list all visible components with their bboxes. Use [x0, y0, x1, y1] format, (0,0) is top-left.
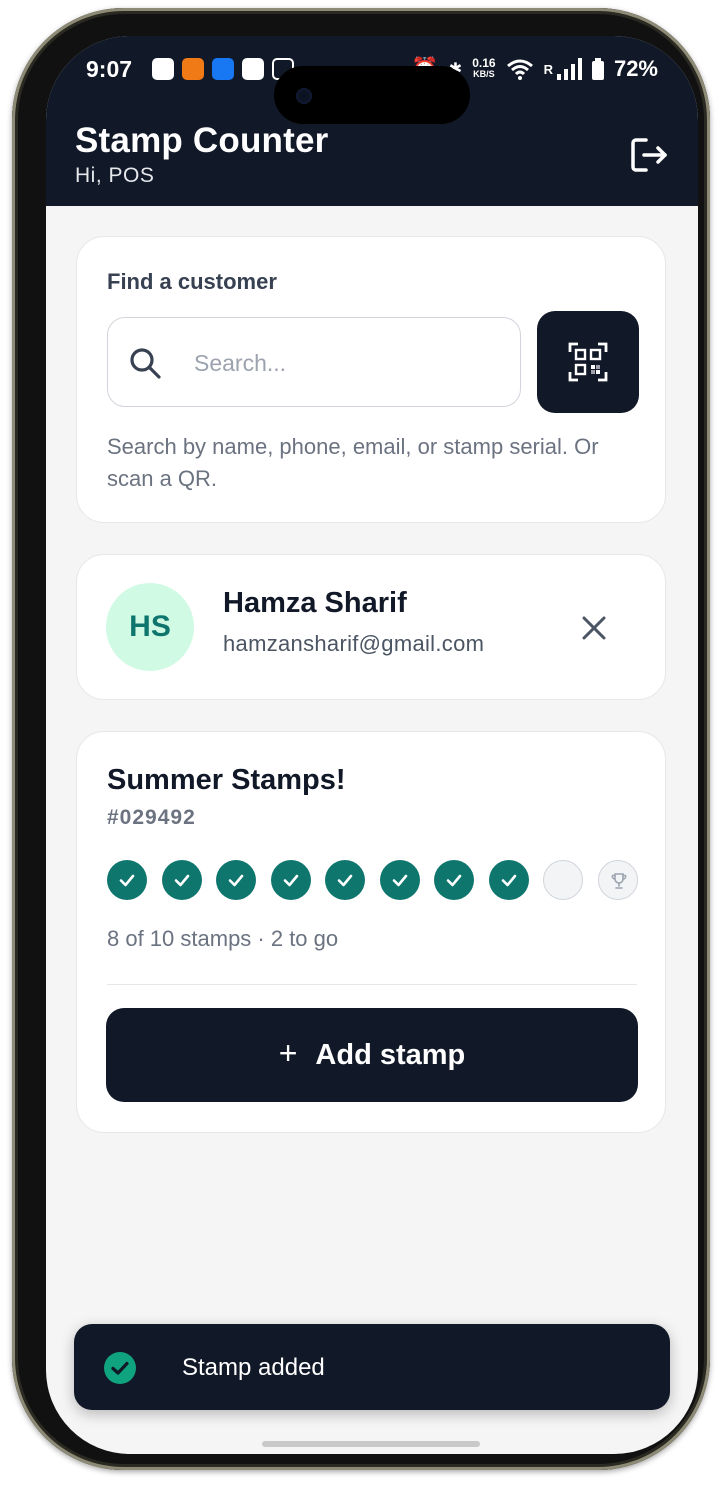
scan-qr-button[interactable]: [537, 311, 639, 413]
stamp-filled: [325, 860, 365, 900]
add-stamp-label: Add stamp: [315, 1038, 466, 1071]
qr-scan-icon: [568, 342, 608, 382]
status-time: 9:07: [86, 56, 133, 82]
stamp-card-title: Summer Stamps!: [107, 764, 346, 796]
check-icon: [392, 874, 407, 887]
battery-icon: [591, 58, 604, 80]
divider: [107, 984, 637, 985]
stamp-serial: #029492: [107, 806, 196, 829]
check-icon: [174, 874, 189, 887]
temu-icon: [182, 58, 204, 80]
search-card: Find a customer Search by name, phone, e…: [76, 236, 666, 523]
search-field[interactable]: [107, 317, 521, 407]
greeting: Hi, POS: [75, 164, 155, 187]
stamp-empty: [543, 860, 583, 900]
logout-icon[interactable]: [630, 136, 668, 174]
avatar: HS: [106, 583, 194, 671]
add-stamp-button[interactable]: + Add stamp: [106, 1008, 638, 1102]
slack-icon: [152, 58, 174, 80]
stamp-filled: [270, 860, 311, 900]
search-label: Find a customer: [107, 269, 277, 294]
roaming-indicator: R: [543, 61, 553, 77]
customer-email: hamzansharif@gmail.com: [223, 631, 485, 656]
stamp-filled: [161, 860, 202, 900]
close-icon[interactable]: [579, 613, 609, 643]
net-speed-value: 0.16: [472, 56, 496, 70]
battery-level: 72%: [613, 56, 658, 81]
page-title: Stamp Counter: [75, 121, 329, 160]
check-icon: [119, 874, 135, 887]
search-input[interactable]: [192, 338, 506, 388]
trophy-icon: [611, 873, 626, 889]
check-icon: [337, 874, 353, 887]
customer-name: Hamza Sharif: [223, 587, 407, 619]
check-icon: [501, 874, 516, 887]
dynamic-island: [274, 66, 470, 124]
search-icon: [130, 348, 161, 379]
plus-icon: +: [278, 1034, 298, 1071]
check-circle-icon: [104, 1352, 136, 1384]
check-icon: [283, 874, 298, 887]
stamp-filled: [434, 860, 474, 900]
toast-message: Stamp added: [182, 1354, 325, 1381]
toast: Stamp added: [74, 1324, 670, 1410]
stamp-card: Summer Stamps! #029492 8 of 10 stamps · …: [76, 731, 666, 1133]
chatgpt-icon: [242, 58, 264, 80]
customer-card: HS Hamza Sharif hamzansharif@gmail.com: [76, 554, 666, 700]
stamp-filled: [379, 860, 420, 900]
check-icon: [228, 874, 244, 887]
stamp-row: [107, 860, 638, 900]
wifi-icon: [506, 59, 533, 80]
notification-icons: [152, 58, 294, 80]
stamp-progress: 8 of 10 stamps · 2 to go: [107, 926, 339, 951]
stamp-filled: [216, 860, 256, 900]
stamp-filled: [488, 860, 529, 900]
facebook-icon: [212, 58, 234, 80]
search-hint: Search by name, phone, email, or stamp s…: [107, 434, 599, 491]
stamp-reward: [597, 860, 638, 900]
home-indicator: [262, 1441, 480, 1447]
stamp-filled: [107, 860, 147, 900]
net-speed-unit: KB/S: [473, 69, 495, 79]
app-screen: 9:07 ⏰ ✱ 0.16 KB/S R: [46, 36, 698, 1454]
phone-frame: 9:07 ⏰ ✱ 0.16 KB/S R: [12, 8, 710, 1470]
net-speed: 0.16 KB/S: [472, 56, 496, 80]
check-icon: [446, 874, 462, 887]
signal-icon: [556, 58, 582, 80]
camera-icon: [296, 88, 312, 104]
